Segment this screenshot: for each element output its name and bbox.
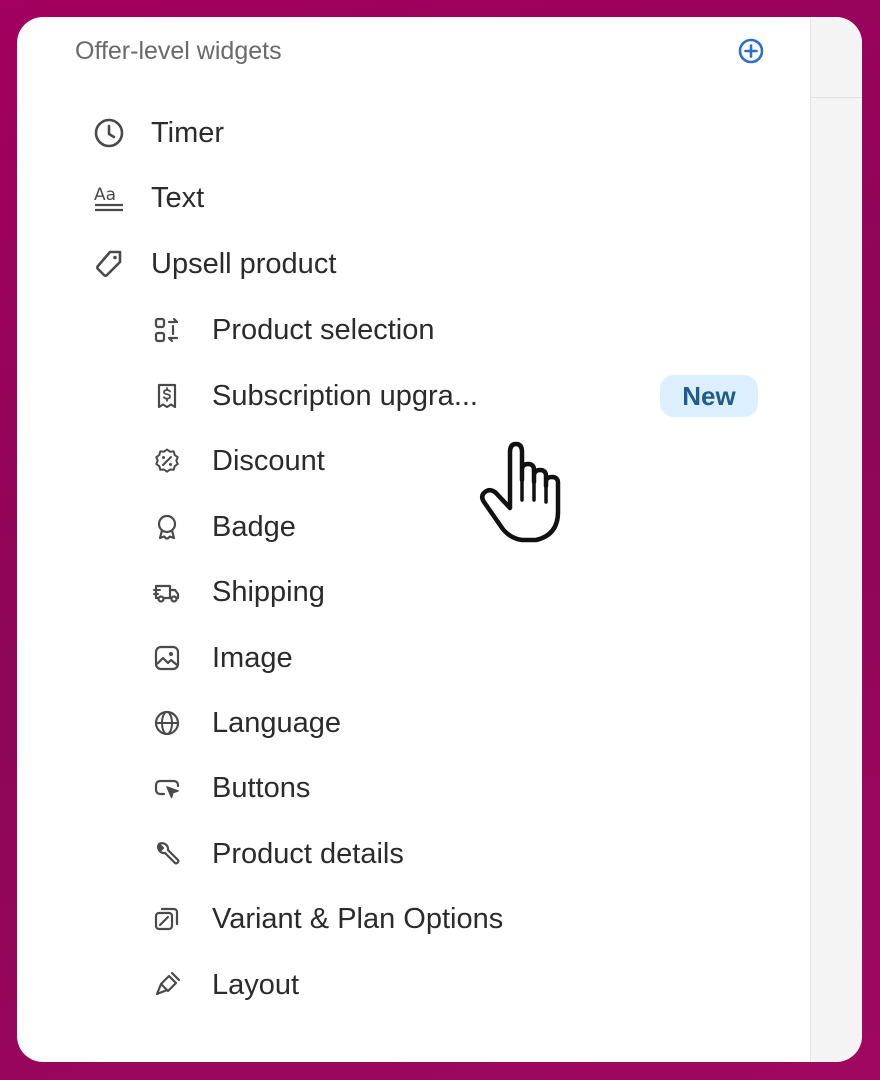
image-icon (153, 644, 181, 672)
widget-item-label: Shipping (212, 575, 325, 608)
receipt-dollar-icon (153, 382, 181, 410)
widget-item-timer[interactable]: Timer (93, 111, 224, 155)
widget-item-image[interactable]: Image (153, 636, 293, 680)
widget-item-label: Timer (151, 116, 225, 149)
widget-item-label: Badge (212, 510, 296, 543)
widget-item-label: Product selection (212, 313, 435, 346)
widgets-panel: Offer-level widgets Timer Aa Text Upsell… (17, 17, 862, 1062)
widget-item-language[interactable]: Language (153, 701, 341, 745)
widget-item-label: Language (212, 706, 342, 739)
hand-pointer-icon (470, 420, 570, 550)
widget-item-label: Subscription upgra... (212, 379, 478, 412)
widget-item-label: Discount (212, 444, 325, 477)
variant-icon (153, 905, 181, 933)
widget-item-badge[interactable]: Badge (153, 505, 296, 549)
widget-item-label: Variant & Plan Options (212, 902, 504, 935)
section-title: Offer-level widgets (75, 37, 282, 65)
widget-item-product-details[interactable]: Product details (153, 832, 404, 876)
widget-item-label: Product details (212, 837, 404, 870)
widget-item-layout[interactable]: Layout (153, 963, 299, 1007)
plus-circle-icon[interactable] (737, 37, 765, 65)
widget-item-text[interactable]: Aa Text (93, 176, 204, 220)
widget-item-buttons[interactable]: Buttons (153, 766, 310, 810)
widget-item-product-selection[interactable]: Product selection (153, 308, 434, 352)
new-badge: New (660, 375, 758, 417)
button-cursor-icon (153, 774, 181, 802)
widget-item-discount[interactable]: Discount (153, 439, 325, 483)
widget-item-label: Buttons (212, 771, 311, 804)
widget-item-subscription-upgrade[interactable]: Subscription upgra... (153, 374, 478, 418)
globe-icon (153, 709, 181, 737)
ribbon-badge-icon (153, 513, 181, 541)
section-header: Offer-level widgets (75, 31, 765, 71)
widget-item-label: Layout (212, 968, 300, 1001)
widget-item-label: Text (151, 181, 205, 214)
paintbrush-icon (153, 971, 181, 999)
widget-item-shipping[interactable]: Shipping (153, 570, 325, 614)
side-panel-edge (810, 17, 862, 1062)
svg-text:Aa: Aa (94, 185, 116, 205)
widget-item-upsell-product[interactable]: Upsell product (93, 242, 336, 286)
text-style-icon: Aa (93, 182, 125, 214)
clock-icon (93, 117, 125, 149)
tag-icon (93, 248, 125, 280)
widget-item-label: Image (212, 641, 293, 674)
swap-grid-icon (153, 316, 181, 344)
discount-icon (153, 447, 181, 475)
wrench-icon (153, 840, 181, 868)
widget-item-label: Upsell product (151, 247, 337, 280)
delivery-truck-icon (153, 578, 181, 606)
widget-item-variant-plan-options[interactable]: Variant & Plan Options (153, 897, 503, 941)
